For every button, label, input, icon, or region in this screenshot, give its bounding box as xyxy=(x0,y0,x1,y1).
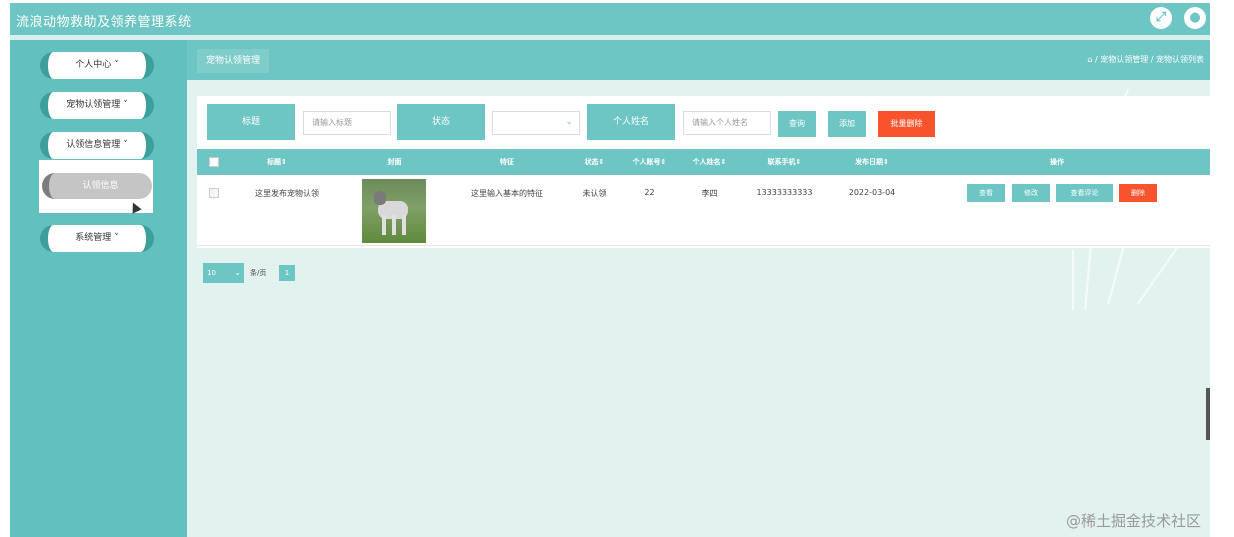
sidebar-item-label: 宠物认领管理 xyxy=(66,100,121,110)
cell-account: 22 xyxy=(644,188,655,197)
top-bar: 流浪动物救助及领养管理系统 ⤢ ● xyxy=(10,3,1210,35)
decorative-line xyxy=(1084,245,1092,310)
add-button[interactable]: 添加 xyxy=(828,111,866,137)
name-search-input[interactable]: 请输入个人姓名 xyxy=(683,111,771,135)
cell-phone: 13333333333 xyxy=(756,188,813,197)
column-header-name[interactable]: 个人姓名⇕ xyxy=(682,149,737,175)
page-number-current[interactable]: 1 xyxy=(279,265,295,281)
sidebar: 个人中心 ˅ 宠物认领管理 ˅ 认领信息管理 ˅ 认领信息 系统管理 ˅ xyxy=(10,40,187,537)
fullscreen-icon[interactable]: ⤢ xyxy=(1150,7,1172,29)
dog-leg xyxy=(392,215,396,235)
column-header-phone[interactable]: 联系手机⇕ xyxy=(742,149,827,175)
decorative-line xyxy=(1137,245,1179,305)
sidebar-item-pet-claim-management[interactable]: 宠物认领管理 ˅ xyxy=(40,92,154,119)
sidebar-item-label: 系统管理 xyxy=(75,233,112,243)
dog-leg xyxy=(382,215,386,235)
dog-leg xyxy=(402,215,406,235)
main-content: 宠物认领管理 ⌂ / 宠物认领管理 / 宠物认领列表 标题 请输入标题 状态 ⌄… xyxy=(187,40,1210,537)
title-filter-label: 标题 xyxy=(207,104,295,140)
status-select[interactable]: ⌄ xyxy=(492,111,580,135)
page-size-label: 条/页 xyxy=(250,269,267,277)
app-title: 流浪动物救助及领养管理系统 xyxy=(16,15,192,30)
title-search-input[interactable]: 请输入标题 xyxy=(303,111,391,135)
decorative-line xyxy=(1072,250,1074,310)
chevron-down-icon: ˅ xyxy=(123,140,128,150)
cell-name: 李四 xyxy=(701,189,718,198)
column-header-date[interactable]: 发布日期⇕ xyxy=(832,149,912,175)
view-button[interactable]: 查看 xyxy=(967,184,1005,202)
edit-button[interactable]: 修改 xyxy=(1012,184,1050,202)
cell-title: 这里发布宠物认领 xyxy=(255,189,319,198)
breadcrumb-path: / 宠物认领管理 / 宠物认领列表 xyxy=(1094,55,1204,64)
chevron-down-icon: ˅ xyxy=(114,60,119,70)
chevron-down-icon: ⌄ xyxy=(234,268,241,277)
query-button[interactable]: 查询 xyxy=(778,111,816,137)
breadcrumb-bar: 宠物认领管理 ⌂ / 宠物认领管理 / 宠物认领列表 xyxy=(187,40,1210,80)
list-card: 标题 请输入标题 状态 ⌄ 个人姓名 请输入个人姓名 查询 添加 批量删除 标题… xyxy=(197,96,1210,248)
watermark: @稀土掘金技术社区 xyxy=(1066,512,1202,530)
column-header-account[interactable]: 个人账号⇕ xyxy=(622,149,677,175)
cell-date: 2022-03-04 xyxy=(848,188,896,197)
delete-button[interactable]: 删除 xyxy=(1119,184,1157,202)
select-all-checkbox[interactable] xyxy=(209,157,219,167)
page-size-select[interactable]: 10 ⌄ xyxy=(203,263,244,283)
row-checkbox[interactable] xyxy=(209,188,219,198)
column-header-feature: 特征 xyxy=(500,158,514,166)
chevron-down-icon: ˅ xyxy=(114,233,119,243)
sidebar-item-personal-center[interactable]: 个人中心 ˅ xyxy=(40,52,154,79)
column-header-actions: 操作 xyxy=(1050,158,1064,166)
status-filter-label: 状态 xyxy=(397,104,485,140)
column-header-cover: 封面 xyxy=(387,158,402,166)
chevron-down-icon: ⌄ xyxy=(565,117,573,127)
column-header-status[interactable]: 状态⇕ xyxy=(572,149,617,175)
name-filter-label: 个人姓名 xyxy=(587,104,675,140)
tab-pet-claim-management[interactable]: 宠物认领管理 xyxy=(197,49,270,73)
scrollbar-thumb[interactable] xyxy=(1206,388,1210,440)
submenu-item-claim-info[interactable]: 认领信息 xyxy=(42,173,152,199)
table-header: 标题⇕ 封面 特征 状态⇕ 个人账号⇕ 个人姓名⇕ 联系手机⇕ 发布日期⇕ 操作 xyxy=(197,149,1210,175)
home-icon[interactable]: ⌂ xyxy=(1087,55,1092,64)
dog-head xyxy=(374,191,386,205)
sidebar-item-system-management[interactable]: 系统管理 ˅ xyxy=(40,225,154,252)
user-icon[interactable]: ● xyxy=(1184,7,1206,29)
batch-delete-button[interactable]: 批量删除 xyxy=(878,111,935,137)
cell-feature: 这里输入基本的特征 xyxy=(471,189,543,198)
sidebar-item-label: 认领信息管理 xyxy=(66,140,121,150)
table-row: 这里发布宠物认领 这里输入基本的特征 未认领 22 李四 13333333333… xyxy=(197,176,1210,246)
cell-status: 未认领 xyxy=(582,189,607,198)
chevron-down-icon: ˅ xyxy=(123,100,128,110)
view-comments-button[interactable]: 查看评论 xyxy=(1056,184,1113,202)
breadcrumb: ⌂ / 宠物认领管理 / 宠物认领列表 xyxy=(1087,54,1204,65)
decorative-line xyxy=(1107,245,1125,305)
sidebar-item-claim-info-management[interactable]: 认领信息管理 ˅ xyxy=(40,132,154,159)
page-size-value: 10 xyxy=(207,269,216,277)
sidebar-item-label: 个人中心 xyxy=(75,60,112,70)
column-header-title[interactable]: 标题⇕ xyxy=(237,149,317,175)
cover-image xyxy=(362,179,426,243)
